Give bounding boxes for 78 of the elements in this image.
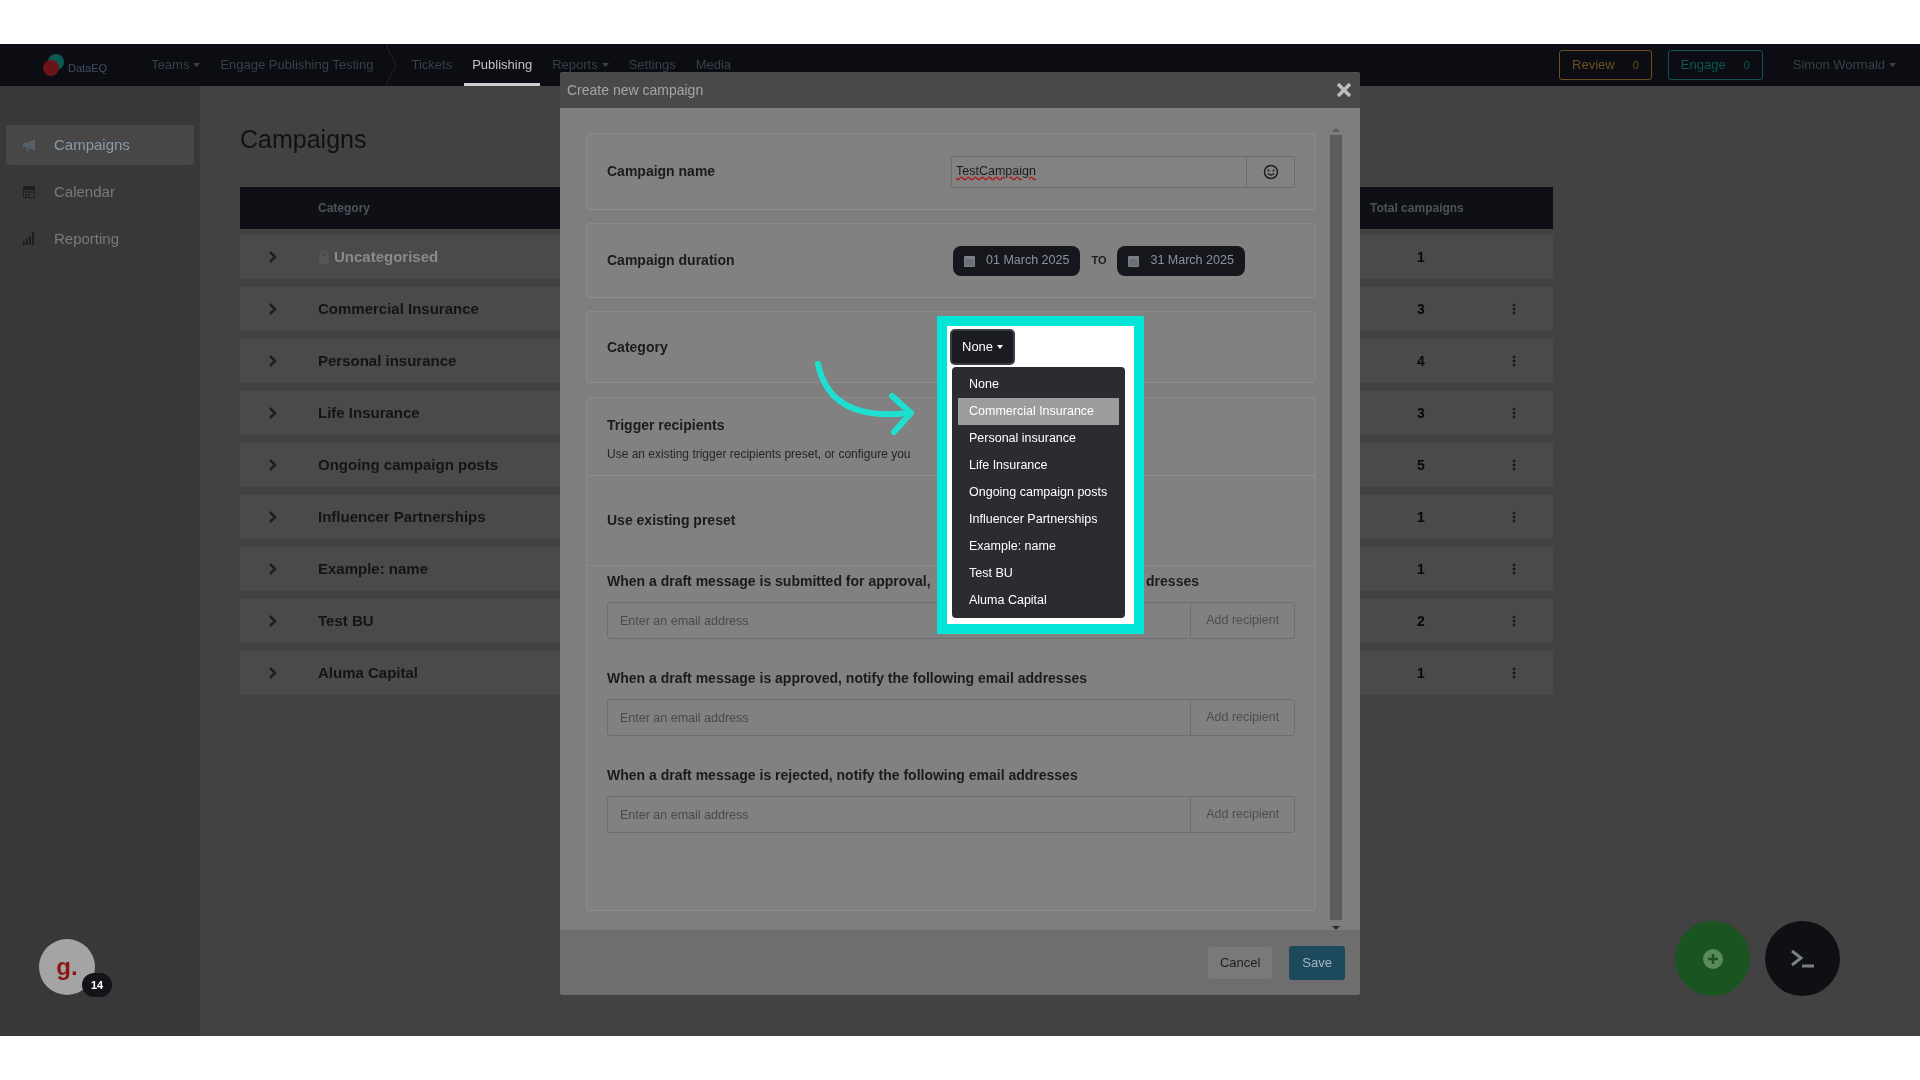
chevron-right-icon[interactable]: [268, 667, 278, 679]
chevron-right-icon[interactable]: [268, 459, 278, 471]
dropdown-option[interactable]: Influencer Partnerships: [958, 506, 1119, 533]
kebab-menu-icon[interactable]: [1512, 563, 1516, 575]
category-dropdown[interactable]: None: [952, 331, 1014, 363]
table-cell-text: 1: [1416, 247, 1426, 267]
calendar-icon: [22, 184, 36, 200]
dropdown-option[interactable]: Ongoing campaign posts: [958, 479, 1119, 506]
cancel-button[interactable]: Cancel: [1207, 946, 1273, 979]
dropdown-option[interactable]: Test BU: [958, 560, 1119, 587]
caret-icon: [601, 63, 609, 67]
field-label: Campaign name: [607, 162, 717, 181]
counter-button[interactable]: Engage 0: [1667, 50, 1763, 80]
kebab-menu-icon[interactable]: [1512, 511, 1516, 523]
dropdown-option[interactable]: None: [958, 371, 1119, 398]
field-label: dresses: [1146, 571, 1199, 591]
chevron-right-icon[interactable]: [268, 511, 278, 523]
megaphone-icon: [22, 137, 36, 153]
chevron-right-icon[interactable]: [268, 355, 278, 367]
category-name: Uncategorised: [334, 246, 439, 267]
counter-button[interactable]: Review 0: [1559, 50, 1652, 80]
dropdown-option[interactable]: Personal insurance: [958, 425, 1119, 452]
caret-icon: [193, 63, 201, 67]
calendar-icon: [1128, 254, 1140, 267]
table-cell-text: 1: [1416, 507, 1426, 527]
bar-chart-icon: [22, 231, 36, 247]
column-header: Category: [318, 200, 370, 217]
caret-icon: [997, 345, 1004, 349]
chevron-right-icon[interactable]: [268, 303, 278, 315]
terminal-icon: [1789, 948, 1816, 969]
sidebar-item[interactable]: Calendar: [6, 172, 194, 212]
chevron-right-icon[interactable]: [268, 615, 278, 627]
dropdown-option[interactable]: Example: name: [958, 533, 1119, 560]
chevron-icon: [385, 45, 398, 85]
section-description: Use an existing trigger recipients preset, or configure you: [607, 446, 912, 463]
kebab-menu-icon[interactable]: [1512, 355, 1516, 367]
field-label: Use existing preset: [607, 511, 736, 530]
column-header: Total campaigns: [1370, 200, 1465, 217]
input-field[interactable]: TestCampaign: [951, 155, 1247, 188]
dropdown-option[interactable]: Life Insurance: [958, 452, 1119, 479]
plus-circle-icon: [1701, 947, 1724, 970]
sidebar-item[interactable]: Reporting: [6, 219, 194, 259]
field-label: Category: [607, 337, 669, 357]
logo-icon: [42, 53, 66, 77]
field-label: When a draft message is rejected, notify the following email addresses: [607, 765, 1078, 785]
kebab-menu-icon[interactable]: [1512, 615, 1516, 627]
table-cell-text: 1: [1416, 663, 1426, 683]
range-separator: TO: [1091, 253, 1107, 269]
modal-title: Create new campaign: [567, 80, 704, 100]
smiley-icon: [1262, 163, 1279, 180]
table-cell-text: 4: [1416, 351, 1426, 371]
kebab-menu-icon[interactable]: [1512, 407, 1516, 419]
kebab-menu-icon[interactable]: [1512, 459, 1516, 471]
emoji-button[interactable]: [1247, 155, 1295, 188]
kebab-menu-icon[interactable]: [1512, 667, 1516, 679]
chevron-right-icon[interactable]: [268, 563, 278, 575]
date-picker[interactable]: 31 March 2025: [1117, 245, 1245, 276]
kebab-menu-icon[interactable]: [1512, 303, 1516, 315]
section-title: Trigger recipients: [607, 416, 726, 435]
close-icon[interactable]: [1336, 82, 1352, 98]
table-cell-text: 1: [1416, 559, 1426, 579]
table-cell-text: 2: [1416, 611, 1426, 631]
logo-text: DataEQ: [68, 60, 108, 76]
date-picker[interactable]: 01 March 2025: [953, 245, 1081, 276]
dropdown-option[interactable]: Commercial Insurance: [958, 398, 1119, 425]
caret-icon: [1889, 63, 1896, 67]
table-cell-text: 3: [1416, 403, 1426, 423]
chevron-right-icon[interactable]: [268, 251, 278, 263]
table-cell-text: 5: [1416, 455, 1426, 475]
scrollbar[interactable]: [1330, 128, 1342, 930]
field-label: Campaign duration: [607, 251, 736, 270]
table-cell-text: 3: [1416, 299, 1426, 319]
calendar-icon: [964, 254, 975, 267]
chevron-right-icon[interactable]: [268, 407, 278, 419]
save-button[interactable]: Save: [1289, 945, 1345, 980]
sidebar-item[interactable]: Campaigns: [6, 125, 194, 165]
field-label: When a draft message is approved, notify the following email addresses: [607, 668, 1087, 688]
field-label: When a draft message is submitted for approval,: [607, 571, 931, 591]
